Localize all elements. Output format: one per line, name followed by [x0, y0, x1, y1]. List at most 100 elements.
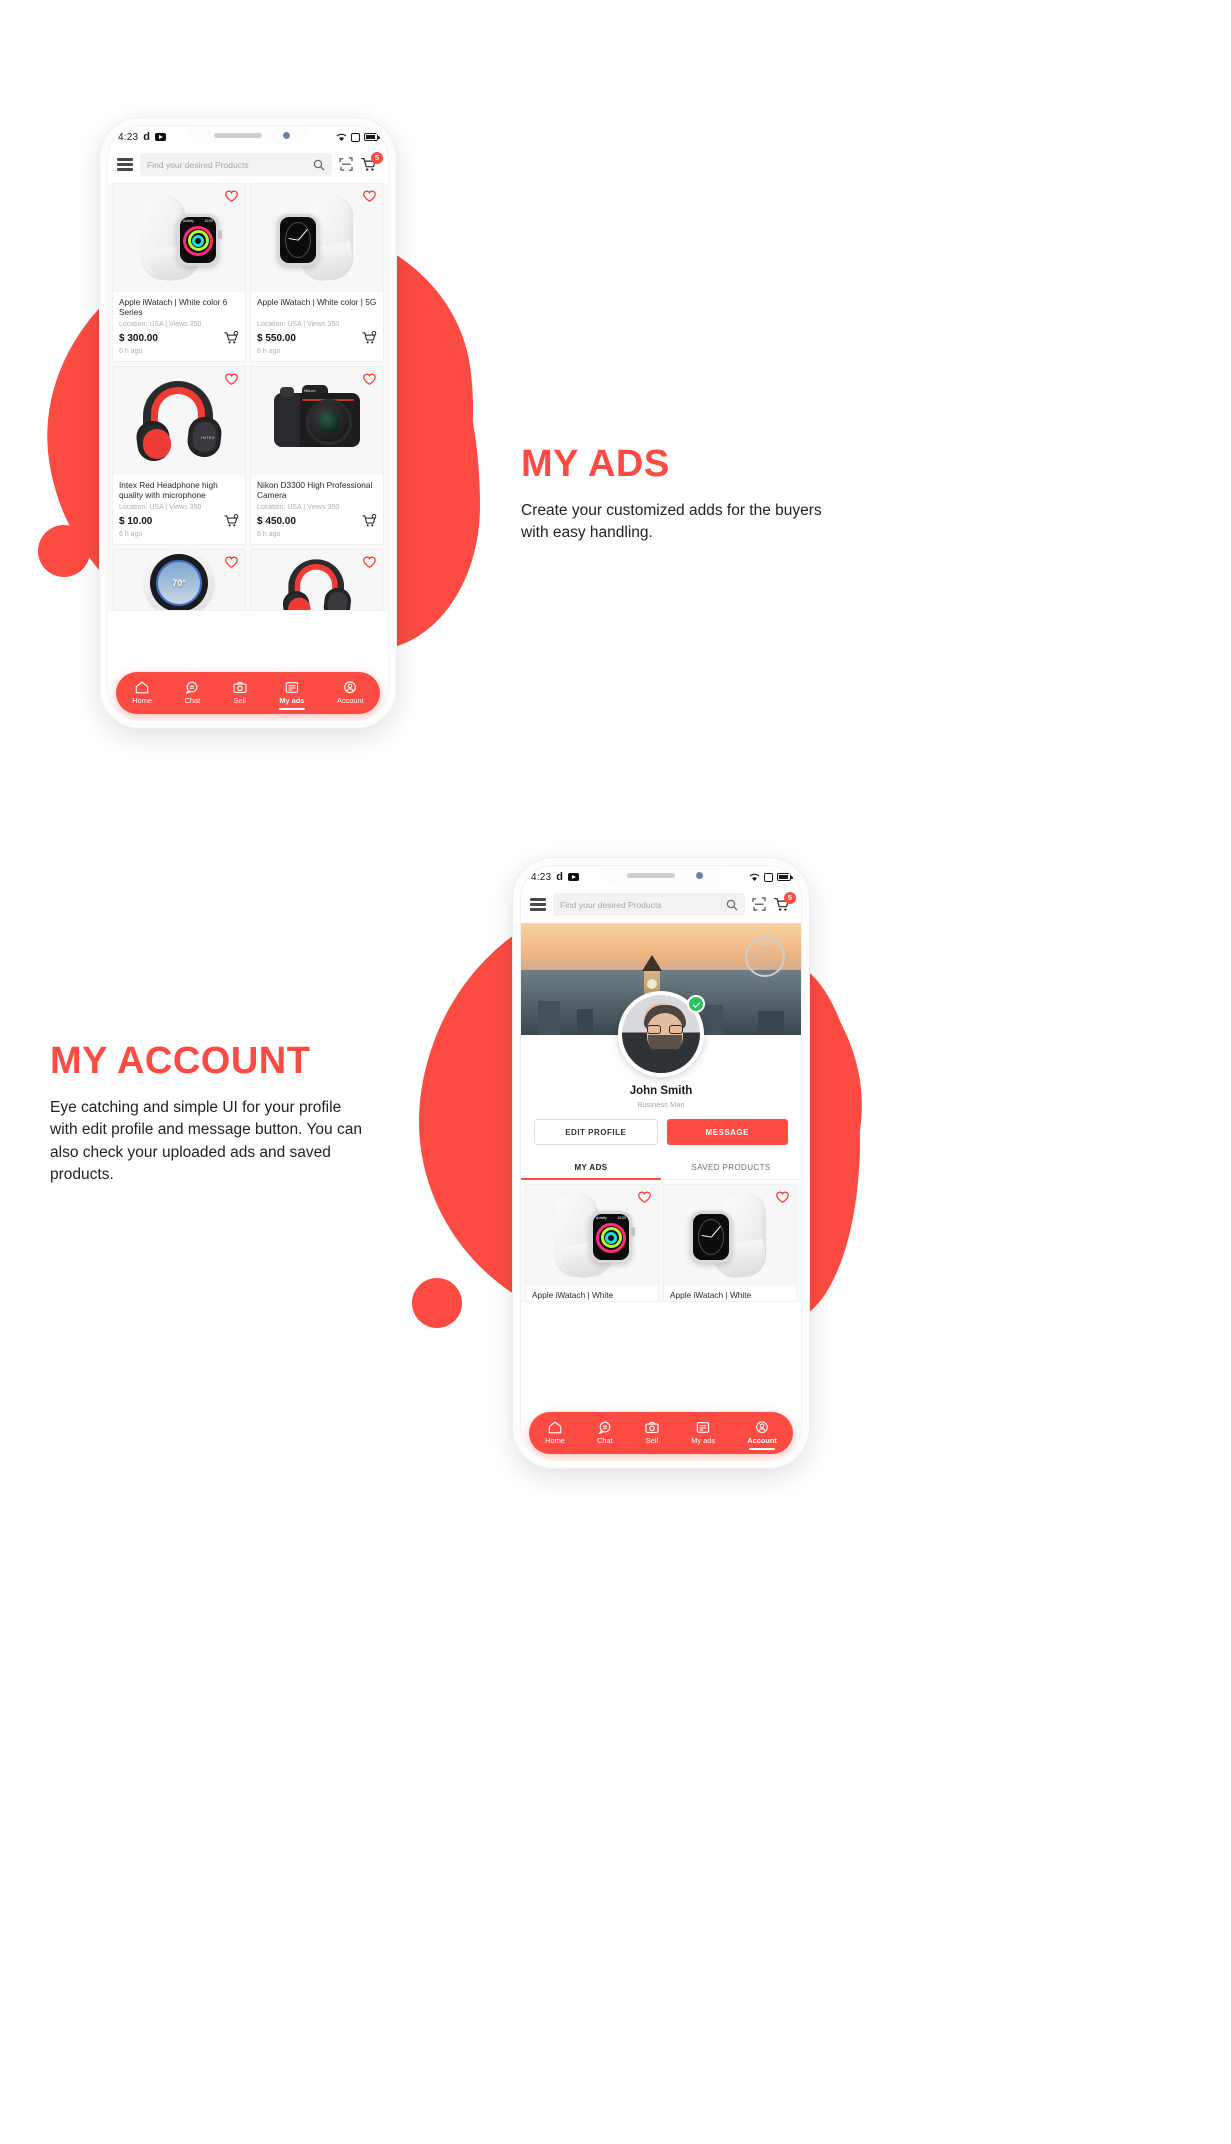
phone-notch	[188, 126, 308, 146]
nav-item-home[interactable]: Home	[543, 1418, 567, 1448]
app-glyph-icon: d	[143, 131, 150, 143]
product-card[interactable]: 70°	[112, 549, 246, 611]
product-image: Activity 10:09	[526, 1185, 658, 1285]
heart-outline-icon[interactable]	[363, 373, 376, 385]
scan-icon[interactable]	[752, 897, 767, 912]
apple-watch-dark-face	[684, 1189, 776, 1282]
heart-outline-icon[interactable]	[363, 556, 376, 568]
product-image	[664, 1185, 796, 1285]
nav-label: Home	[545, 1436, 565, 1445]
tab-saved-products[interactable]: SAVED PRODUCTS	[661, 1156, 801, 1179]
heart-outline-icon[interactable]	[225, 556, 238, 568]
bottom-navigation: Home Chat Sell My ads Account	[116, 672, 380, 714]
product-grid: Activity 10:09 Apple iWatach | White colo…	[108, 183, 388, 611]
nav-label: Account	[747, 1436, 777, 1445]
product-card[interactable]: INTEX Intex Red Headphone high quality w…	[112, 366, 246, 545]
nav-item-chat[interactable]: Chat	[595, 1418, 615, 1448]
cart-badge: 5	[371, 152, 383, 164]
product-title: Apple iWatach | White color | 5G	[257, 297, 377, 307]
product-title: Apple iWatach | White color 6 Series	[119, 297, 228, 318]
nav-item-account[interactable]: Account	[335, 678, 366, 708]
product-card[interactable]: Nikon Nikon D3300 High Professional Came…	[250, 366, 384, 545]
product-time: 6 h ago	[119, 348, 143, 355]
tab-my-ads[interactable]: MY ADS	[521, 1156, 661, 1180]
wifi-icon	[336, 133, 347, 142]
product-card[interactable]	[250, 549, 384, 611]
product-title: Apple iWatach | White	[532, 1290, 614, 1300]
product-image: 70°	[113, 550, 245, 610]
heart-outline-icon[interactable]	[225, 190, 238, 202]
list-menu-icon[interactable]	[117, 158, 133, 171]
scan-icon[interactable]	[339, 157, 354, 172]
heart-outline-icon[interactable]	[638, 1191, 651, 1203]
add-to-cart-icon[interactable]	[224, 514, 239, 528]
avatar-container	[521, 991, 801, 1077]
red-black-headphone-2	[279, 556, 356, 610]
profile-tabs: MY ADS SAVED PRODUCTS	[521, 1156, 801, 1180]
bottom-navigation: Home Chat Sell My ads Account	[529, 1412, 793, 1454]
nav-label: Chat	[184, 696, 201, 705]
add-to-cart-icon[interactable]	[224, 331, 239, 345]
product-image: INTEX	[113, 367, 245, 475]
camera-icon	[645, 1421, 659, 1434]
product-meta: Location: USA | Views 350	[257, 321, 340, 328]
list-menu-icon[interactable]	[530, 898, 546, 911]
product-card[interactable]: Activity 10:09 Apple iWatach | White	[525, 1184, 659, 1302]
ads-icon	[285, 682, 298, 693]
heart-outline-icon[interactable]	[363, 190, 376, 202]
camera-icon	[233, 681, 247, 694]
page-root: 4:23 d Find your desired Products 5 Acti…	[0, 0, 1231, 2144]
add-to-cart-icon[interactable]	[362, 331, 377, 345]
product-card[interactable]: Activity 10:09 Apple iWatach | White colo…	[112, 183, 246, 362]
product-image	[251, 184, 383, 292]
product-title: Apple iWatach | White	[670, 1290, 752, 1300]
product-title: Intex Red Headphone high quality with mi…	[119, 480, 218, 501]
account-icon	[756, 1421, 768, 1434]
search-input[interactable]: Find your desired Products	[553, 893, 745, 916]
profile-role: Business Man	[637, 1100, 685, 1109]
nav-label: Sell	[645, 1436, 659, 1445]
home-icon	[548, 1421, 562, 1434]
search-placeholder: Find your desired Products	[560, 899, 662, 910]
nest-thermostat: 70°	[133, 550, 225, 610]
product-image: Nikon	[251, 367, 383, 475]
edit-profile-button[interactable]: EDIT PROFILE	[534, 1119, 658, 1145]
product-price: $ 450.00	[257, 515, 296, 527]
apple-watch-activity-rings: Activity 10:09	[546, 1189, 638, 1282]
nav-item-account[interactable]: Account	[745, 1418, 779, 1448]
section-my-ads-copy: MY ADS Create your customized adds for t…	[521, 443, 851, 545]
phone-mockup-my-ads: 4:23 d Find your desired Products 5 Acti…	[100, 118, 396, 728]
cart-icon[interactable]: 5	[774, 892, 796, 912]
nav-label: My ads	[279, 696, 305, 705]
search-input[interactable]: Find your desired Products	[140, 153, 332, 176]
profile-product-grid: Activity 10:09 Apple iWatach | White App…	[521, 1184, 801, 1302]
add-to-cart-icon[interactable]	[362, 514, 377, 528]
verified-check-icon	[687, 995, 705, 1013]
cart-icon[interactable]: 5	[361, 152, 383, 172]
section-body: Eye catching and simple UI for your prof…	[50, 1099, 362, 1184]
search-icon[interactable]	[726, 899, 738, 911]
message-button[interactable]: MESSAGE	[666, 1119, 788, 1145]
search-icon[interactable]	[313, 159, 325, 171]
product-time: 6 h ago	[257, 531, 281, 538]
product-title: Nikon D3300 High Professional Camera	[257, 480, 373, 501]
decorative-dot-top	[38, 525, 90, 577]
nav-item-sell[interactable]: Sell	[643, 1418, 661, 1448]
nav-item-my-ads[interactable]: My ads	[277, 678, 306, 708]
heart-outline-icon[interactable]	[225, 373, 238, 385]
heart-outline-icon[interactable]	[776, 1191, 789, 1203]
product-meta: Location: USA | Views 350	[119, 504, 202, 511]
nav-item-my-ads[interactable]: My ads	[689, 1418, 717, 1448]
product-card[interactable]: Apple iWatach | White color | 5G Locatio…	[250, 183, 384, 362]
nav-item-home[interactable]: Home	[130, 678, 154, 708]
thermostat-temp: 70°	[172, 578, 186, 588]
nav-label: My ads	[691, 1436, 716, 1445]
status-time: 4:23	[531, 871, 552, 883]
search-placeholder: Find your desired Products	[147, 159, 249, 170]
product-meta: Location: USA | Views 350	[257, 504, 340, 511]
product-image: Activity 10:09	[113, 184, 245, 292]
status-time: 4:23	[118, 131, 139, 143]
nav-item-chat[interactable]: Chat	[183, 678, 203, 708]
product-card[interactable]: Apple iWatach | White	[663, 1184, 797, 1302]
nav-item-sell[interactable]: Sell	[231, 678, 249, 708]
